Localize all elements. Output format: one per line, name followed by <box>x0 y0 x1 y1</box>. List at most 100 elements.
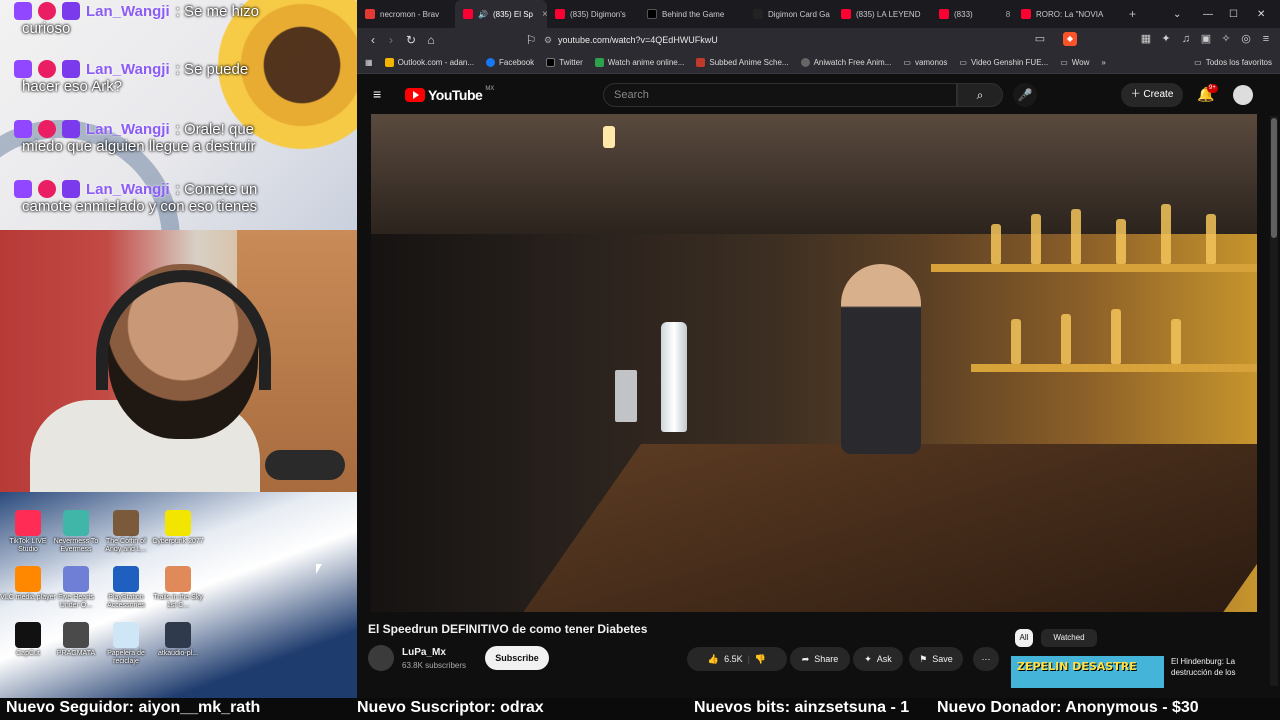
menu-icon[interactable]: ≡ <box>1259 32 1273 46</box>
forward-icon[interactable]: › <box>381 33 401 47</box>
stream-overlay: Lan_Wangji : Se me hizo curioso Lan_Wang… <box>0 0 357 698</box>
desktop-icon[interactable]: Five Hearts Under O... <box>48 566 104 610</box>
recycle-bin-icon <box>113 622 139 648</box>
heart-badge-icon <box>38 2 56 20</box>
create-button[interactable]: ＋ Create <box>1121 83 1183 107</box>
ask-button[interactable]: ✦ Ask <box>853 647 903 671</box>
desktop-icon[interactable]: The Coffin of Andy and L... <box>98 510 154 554</box>
bookmark-item[interactable]: Outlook.com - adan... <box>379 58 480 67</box>
music-icon[interactable]: ♫ <box>1179 32 1193 46</box>
puzzle-icon[interactable]: ✦ <box>1159 32 1173 46</box>
browser-tab[interactable]: RORO: La "NOVIA <box>1013 0 1119 28</box>
search-input[interactable]: Search <box>603 83 957 107</box>
recommended-title[interactable]: El Hindenburg: La destrucción de los <box>1171 656 1261 678</box>
desktop-icon[interactable]: Papelera de reciclaje <box>98 622 154 666</box>
video-scene-bottle <box>1171 319 1181 364</box>
folder-icon: ▭ <box>903 58 911 67</box>
channel-name[interactable]: LuPa_Mx <box>402 647 446 658</box>
recommended-thumbnail[interactable]: ZEPELIN DESASTRE <box>1011 656 1164 688</box>
subscribe-button[interactable]: Subscribe <box>485 646 549 670</box>
sub-badge-icon <box>62 180 80 198</box>
desktop-icon[interactable]: Cyberpunk 2077 <box>150 510 206 546</box>
channel-avatar[interactable] <box>368 645 394 671</box>
bookmark-icon[interactable]: ⚐ <box>521 33 541 47</box>
video-scene-bar-counter <box>500 444 1257 612</box>
chat-message: Lan_Wangji : Comete un camote enmielado … <box>0 178 357 230</box>
avatar[interactable] <box>1233 85 1253 105</box>
youtube-play-icon <box>405 88 425 102</box>
browser-tab-active[interactable]: 🔊 (835) El Sp × <box>455 0 547 28</box>
desktop-icon[interactable]: PlayStation Accessories <box>98 566 154 610</box>
bookmark-item[interactable]: Subbed Anime Sche... <box>690 58 794 67</box>
browser-tab[interactable]: (833) 8 <box>931 0 1013 28</box>
chip-watched[interactable]: Watched <box>1041 629 1097 647</box>
desktop-icon[interactable]: Nevermess To Evermess <box>48 510 104 554</box>
video-scene-ceiling <box>371 114 1257 234</box>
page-scrollbar[interactable] <box>1270 116 1278 686</box>
maximize-icon[interactable]: ☐ <box>1229 0 1238 28</box>
home-icon[interactable]: ⌂ <box>421 33 441 47</box>
video-scene-bartender <box>841 264 921 454</box>
save-button[interactable]: ⚑ Save <box>909 647 963 671</box>
desktop-icon[interactable]: atkaudio-pl... <box>150 622 206 658</box>
chat-text: curioso <box>22 20 71 37</box>
share-button[interactable]: ➦ Share <box>790 647 850 671</box>
browser-tab[interactable]: necromon - Brav <box>357 0 455 28</box>
voice-search-icon[interactable]: 🎤 <box>1013 83 1037 107</box>
new-tab-icon[interactable]: + <box>1119 7 1146 21</box>
game-icon <box>165 510 191 536</box>
dislike-icon[interactable]: 👎 <box>755 654 766 665</box>
back-icon[interactable]: ‹ <box>363 33 383 47</box>
youtube-logo[interactable]: YouTube MX <box>405 86 494 103</box>
video-scene-bottle <box>1111 309 1121 364</box>
browser-tab[interactable]: Digimon Card Ga <box>745 0 833 28</box>
sparkle-icon: ✦ <box>864 653 872 664</box>
game-icon <box>113 510 139 536</box>
chip-all[interactable]: All <box>1015 629 1033 647</box>
scrollbar-thumb[interactable] <box>1271 118 1277 238</box>
bookmark-item[interactable]: ▭ vamonos <box>897 58 953 67</box>
bookmarks-bar: ▦ Outlook.com - adan... Facebook Twitter… <box>357 52 1280 74</box>
webcam-feed <box>0 230 357 492</box>
anime-schedule-icon <box>696 58 706 67</box>
extension-icon[interactable]: ▦ <box>1139 32 1153 46</box>
cast-icon[interactable]: ▭ <box>1033 32 1047 46</box>
close-window-icon[interactable]: ✕ <box>1257 0 1265 28</box>
leo-icon[interactable]: ✧ <box>1219 32 1233 46</box>
site-info-icon[interactable]: ⚙ <box>544 35 558 46</box>
bookmark-item[interactable]: Aniwatch Free Anim... <box>795 58 898 67</box>
like-icon[interactable]: 👍 <box>708 654 719 665</box>
tab-list-icon[interactable]: ⌄ <box>1173 0 1181 28</box>
more-bookmarks-icon[interactable]: » <box>1095 58 1111 67</box>
ticker-follower: Nuevo Seguidor: aiyon__mk_rath <box>6 699 261 716</box>
brave-shields-icon[interactable]: ◆ <box>1063 32 1077 46</box>
desktop-icon[interactable]: Trails in the Sky 1st C... <box>150 566 206 610</box>
browser-tab[interactable]: (835) Digimon's <box>547 0 639 28</box>
bookmark-item[interactable]: Watch anime online... <box>589 58 691 67</box>
desktop-icon[interactable]: PRAGMATA <box>48 622 104 658</box>
browser-tab[interactable]: (835) LA LEYEND <box>833 0 931 28</box>
bookmark-item[interactable]: ▭ Video Genshin FUE... <box>953 58 1054 67</box>
subscriber-count: 63.8K subscribers <box>402 661 467 670</box>
apps-icon[interactable]: ▦ <box>357 58 379 67</box>
vpn-icon[interactable]: ◎ <box>1239 32 1253 46</box>
more-actions-icon[interactable]: ⋯ <box>973 647 999 671</box>
search-icon[interactable]: ⌕ <box>957 83 1003 107</box>
stream-ticker: Nuevo Seguidor: aiyon__mk_rath Nuevo Sus… <box>0 698 1280 720</box>
wallet-icon[interactable]: ▣ <box>1199 32 1213 46</box>
bookmark-item[interactable]: ▭ Wow <box>1054 58 1095 67</box>
url-field[interactable]: ⚙ youtube.com/watch?v=4QEdHWUFkwU <box>544 31 1084 49</box>
youtube-header: ≡ YouTube MX Search ⌕ 🎤 ＋ Create 🔔 9+ <box>357 74 1280 116</box>
browser-tab[interactable]: Behind the Game <box>639 0 745 28</box>
reload-icon[interactable]: ↻ <box>401 33 421 47</box>
like-count[interactable]: 6.5K <box>724 654 743 664</box>
like-dislike-group: 👍 6.5K | 👎 <box>687 647 787 671</box>
digimon-icon <box>753 9 763 19</box>
video-player[interactable] <box>371 114 1257 612</box>
bookmark-item[interactable]: Facebook <box>480 58 540 67</box>
video-scene-bottle <box>1061 314 1071 364</box>
hamburger-icon[interactable]: ≡ <box>373 87 387 101</box>
minimize-icon[interactable]: — <box>1203 0 1213 28</box>
all-bookmarks[interactable]: ▭ Todos los favoritos <box>1188 58 1280 67</box>
bookmark-item[interactable]: Twitter <box>540 58 589 67</box>
